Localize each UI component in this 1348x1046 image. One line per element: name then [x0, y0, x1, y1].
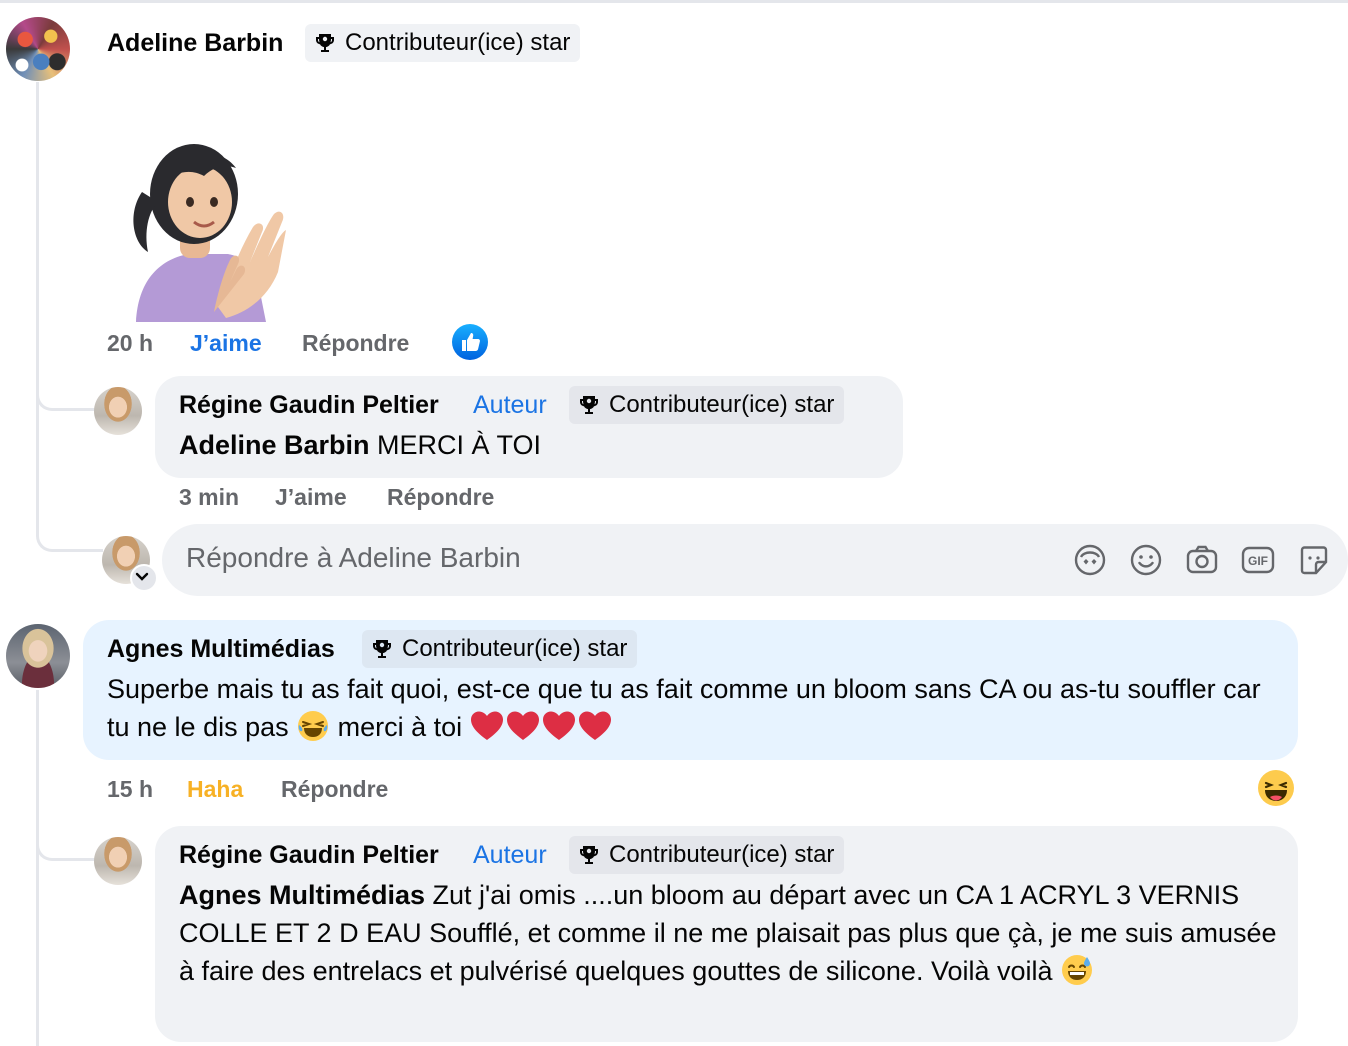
clapping-sticker: [133, 144, 286, 322]
heart-icon: [542, 711, 575, 740]
contributor-badge[interactable]: Contributeur(ice) star: [569, 836, 845, 874]
thread-line-1: [36, 82, 39, 530]
reply-text: Adeline Barbin MERCI À TOI: [179, 426, 541, 464]
badge-label: Contributeur(ice) star: [402, 635, 628, 662]
trophy-icon: [580, 396, 598, 414]
mention-link[interactable]: Adeline Barbin: [179, 430, 370, 460]
reply-text: Agnes Multimédias Zut j'ai omis ....un b…: [179, 876, 1284, 990]
avatar-regine[interactable]: [94, 837, 142, 885]
thread-curve-reply1: [36, 370, 97, 411]
haha-reaction-button[interactable]: Haha: [187, 776, 243, 803]
author-tag: Auteur: [473, 841, 547, 869]
thread-curve-input: [36, 505, 103, 552]
comment-time[interactable]: 15 h: [107, 776, 153, 803]
svg-text:GIF: GIF: [1248, 554, 1268, 568]
contributor-badge[interactable]: Contributeur(ice) star: [569, 386, 845, 424]
haha-icon[interactable]: [1256, 768, 1296, 808]
like-button[interactable]: J’aime: [190, 330, 262, 357]
trophy-icon: [316, 34, 334, 52]
reply-time[interactable]: 3 min: [179, 484, 239, 511]
badge-label: Contributeur(ice) star: [609, 391, 835, 418]
heart-icon: [506, 711, 539, 740]
mention-link[interactable]: Agnes Multimédias: [179, 880, 425, 910]
gif-icon[interactable]: GIF: [1240, 542, 1276, 578]
trophy-icon: [373, 640, 391, 658]
grinning-sweat-emoji-icon: [1062, 955, 1093, 985]
comment-body-2: merci à toi: [330, 712, 470, 742]
reply-body: MERCI À TOI: [369, 430, 542, 460]
heart-icon: [470, 711, 503, 740]
avatar-sticker-icon[interactable]: [1072, 542, 1108, 578]
comment-author[interactable]: Agnes Multimédias: [107, 635, 335, 664]
trophy-icon: [580, 846, 598, 864]
reply-author[interactable]: Régine Gaudin Peltier: [179, 391, 439, 420]
contributor-badge[interactable]: Contributeur(ice) star: [305, 24, 581, 62]
heart-icon: [578, 711, 611, 740]
emoji-icon[interactable]: [1128, 542, 1164, 578]
reply-placeholder: Répondre à Adeline Barbin: [186, 542, 521, 573]
camera-icon[interactable]: [1184, 542, 1220, 578]
comment-author[interactable]: Adeline Barbin: [107, 29, 283, 58]
profile-switch[interactable]: [130, 564, 158, 592]
reply-button[interactable]: Répondre: [281, 776, 388, 803]
thread-curve-reply2: [36, 820, 97, 861]
comment-body-1: Superbe mais tu as fait quoi, est-ce que…: [107, 674, 1261, 742]
reply-button[interactable]: Répondre: [387, 484, 494, 511]
top-divider: [0, 0, 1348, 3]
sticker-icon[interactable]: [1296, 542, 1332, 578]
like-button[interactable]: J’aime: [275, 484, 347, 511]
reply-author[interactable]: Régine Gaudin Peltier: [179, 841, 439, 870]
comment-time[interactable]: 20 h: [107, 330, 153, 357]
badge-label: Contributeur(ice) star: [609, 841, 835, 868]
reply-button[interactable]: Répondre: [302, 330, 409, 357]
reply-input[interactable]: Répondre à Adeline Barbin GIF: [162, 524, 1348, 596]
avatar-regine[interactable]: [94, 387, 142, 435]
thread-line-2: [36, 690, 39, 1046]
avatar-agnes[interactable]: [6, 624, 70, 688]
laughing-emoji-icon: [298, 711, 329, 741]
author-tag: Auteur: [473, 391, 547, 419]
chevron-down-icon: [135, 572, 149, 581]
comment-text: Superbe mais tu as fait quoi, est-ce que…: [107, 670, 1287, 746]
avatar-adeline[interactable]: [6, 17, 70, 81]
badge-label: Contributeur(ice) star: [345, 29, 571, 56]
contributor-badge[interactable]: Contributeur(ice) star: [362, 630, 638, 668]
like-icon[interactable]: [451, 323, 489, 361]
